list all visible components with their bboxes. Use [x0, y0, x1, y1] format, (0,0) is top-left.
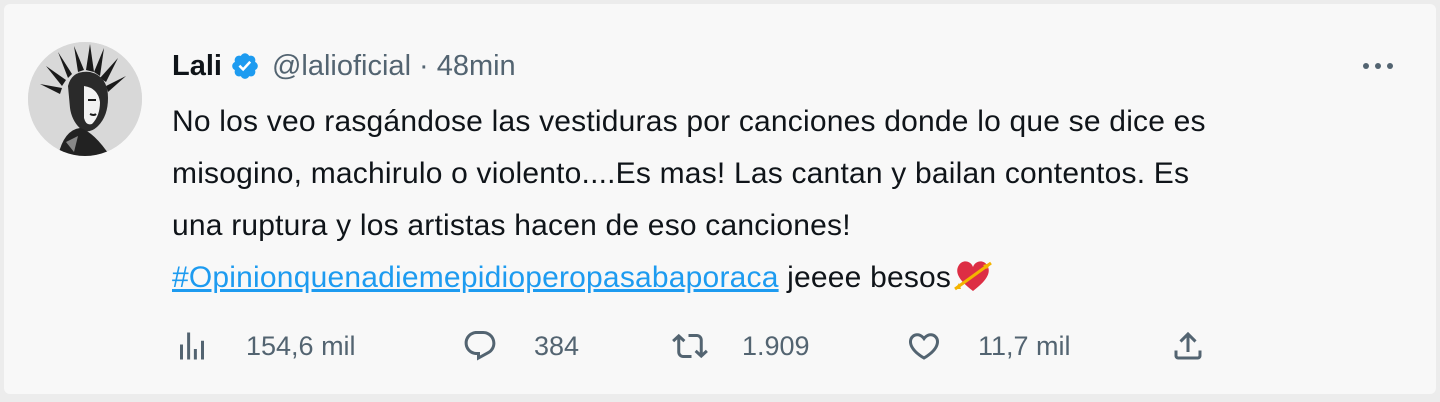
- verified-badge-icon: [232, 53, 258, 79]
- hashtag-link[interactable]: #Opinionquenadiemepidioperopasabaporaca: [172, 261, 779, 294]
- author-handle[interactable]: @lalioficial: [272, 50, 411, 83]
- reply-count: 384: [534, 330, 580, 361]
- separator-dot: ·: [419, 49, 429, 82]
- like-button[interactable]: 11,7 mil: [906, 322, 1071, 370]
- tweet-timestamp[interactable]: 48min: [437, 50, 516, 83]
- tweet-text-tail: jeeee besos: [778, 261, 952, 294]
- avatar[interactable]: [28, 42, 142, 156]
- tweet-text: No los veo rasgándose las vestiduras por…: [172, 96, 1397, 304]
- tweet-card[interactable]: Lali @lalioficial · 48min No los veo ras…: [4, 4, 1436, 394]
- retweet-icon: [672, 333, 708, 359]
- views-count: 154,6 mil: [246, 330, 356, 361]
- tweet-text-line: una ruptura y los artistas hacen de eso …: [172, 209, 851, 242]
- heart-icon: [908, 333, 940, 360]
- reply-button[interactable]: 384: [462, 322, 579, 370]
- retweet-count: 1.909: [742, 330, 810, 361]
- author-name[interactable]: Lali: [172, 50, 222, 83]
- share-button[interactable]: [1170, 322, 1206, 370]
- heart-with-arrow-icon: [954, 261, 993, 291]
- analytics-icon: [180, 332, 204, 360]
- avatar-image: [28, 42, 142, 156]
- retweet-button[interactable]: 1.909: [672, 322, 810, 370]
- more-icon: [1363, 63, 1393, 69]
- reply-icon: [464, 331, 496, 361]
- views-button[interactable]: 154,6 mil: [174, 322, 356, 370]
- more-options-button[interactable]: [1356, 52, 1400, 80]
- tweet-text-line: misogino, machirulo o violento....Es mas…: [172, 157, 1190, 190]
- share-icon: [1174, 331, 1202, 360]
- tweet-text-line: No los veo rasgándose las vestiduras por…: [172, 105, 1206, 138]
- tweet-actions: 154,6 mil 384 1.909 11,7 mil: [174, 322, 1224, 370]
- tweet-header: Lali @lalioficial · 48min: [172, 44, 516, 88]
- like-count: 11,7 mil: [978, 330, 1071, 361]
- tweet-text-line: #Opinionquenadiemepidioperopasabaporaca …: [172, 252, 1397, 304]
